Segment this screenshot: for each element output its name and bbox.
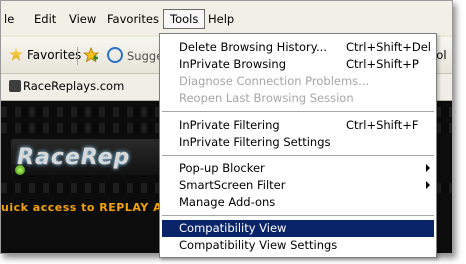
add-favorite-icon[interactable] bbox=[83, 47, 99, 63]
menu-item-label: InPrivate Filtering Settings bbox=[179, 135, 331, 149]
menu-item-smartscreen-filter[interactable]: SmartScreen Filter bbox=[162, 177, 434, 194]
menu-item-label: Compatibility View Settings bbox=[179, 238, 338, 252]
menu-item-inprivate-browsing[interactable]: InPrivate Browsing Ctrl+Shift+P bbox=[162, 56, 434, 73]
logo-dot-icon bbox=[15, 165, 25, 175]
menu-item-popup-blocker[interactable]: Pop-up Blocker bbox=[162, 160, 434, 177]
menu-item-label: InPrivate Browsing bbox=[179, 57, 287, 71]
menu-item-diagnose-connection-problems: Diagnose Connection Problems... bbox=[162, 73, 434, 90]
menu-item-label: Diagnose Connection Problems... bbox=[179, 74, 370, 88]
quick-access-text: uick access to REPLAY ARC bbox=[1, 201, 180, 214]
tools-dropdown-menu: Delete Browsing History... Ctrl+Shift+De… bbox=[159, 33, 437, 258]
menu-view[interactable]: View bbox=[63, 10, 102, 28]
menu-item-shortcut: Ctrl+Shift+P bbox=[346, 57, 419, 71]
menu-item-compatibility-view-settings[interactable]: Compatibility View Settings bbox=[162, 237, 434, 254]
menu-tools[interactable]: Tools bbox=[163, 9, 206, 29]
menu-item-inprivate-filtering[interactable]: InPrivate Filtering Ctrl+Shift+F bbox=[162, 117, 434, 134]
menu-item-label: InPrivate Filtering bbox=[179, 118, 280, 132]
menu-item-label: SmartScreen Filter bbox=[179, 178, 286, 192]
menu-separator bbox=[162, 155, 434, 157]
menu-edit[interactable]: Edit bbox=[28, 10, 62, 28]
ie-icon bbox=[107, 47, 123, 63]
menu-item-reopen-last-session: Reopen Last Browsing Session bbox=[162, 90, 434, 107]
menu-item-inprivate-filtering-settings[interactable]: InPrivate Filtering Settings bbox=[162, 134, 434, 151]
submenu-arrow-icon bbox=[426, 164, 430, 172]
menu-item-shortcut: Ctrl+Shift+Del bbox=[346, 40, 431, 54]
menu-item-label: Pop-up Blocker bbox=[179, 161, 265, 175]
menu-item-compatibility-view[interactable]: Compatibility View bbox=[162, 220, 434, 237]
menu-bar: le Edit View Favorites Tools Help bbox=[1, 1, 452, 35]
menu-item-delete-browsing-history[interactable]: Delete Browsing History... Ctrl+Shift+De… bbox=[162, 39, 434, 56]
menu-item-shortcut: Ctrl+Shift+F bbox=[346, 118, 419, 132]
menu-separator bbox=[162, 111, 434, 113]
menu-file[interactable]: le bbox=[1, 10, 20, 28]
favorites-button[interactable]: Favorites bbox=[9, 45, 81, 65]
favorites-label: Favorites bbox=[27, 48, 82, 62]
menu-item-label: Compatibility View bbox=[179, 221, 287, 235]
site-favicon-icon bbox=[9, 80, 21, 92]
toolbar-divider bbox=[77, 47, 78, 65]
menu-item-label: Delete Browsing History... bbox=[179, 40, 327, 54]
tab-title[interactable]: RaceReplays.com bbox=[23, 78, 124, 94]
menu-item-label: Manage Add-ons bbox=[179, 195, 276, 209]
star-icon bbox=[9, 47, 23, 61]
menu-item-manage-addons[interactable]: Manage Add-ons bbox=[162, 194, 434, 211]
menu-separator bbox=[162, 215, 434, 217]
menu-favorites[interactable]: Favorites bbox=[101, 10, 165, 28]
menu-item-label: Reopen Last Browsing Session bbox=[179, 91, 354, 105]
submenu-arrow-icon bbox=[426, 181, 430, 189]
menu-help[interactable]: Help bbox=[202, 10, 240, 28]
